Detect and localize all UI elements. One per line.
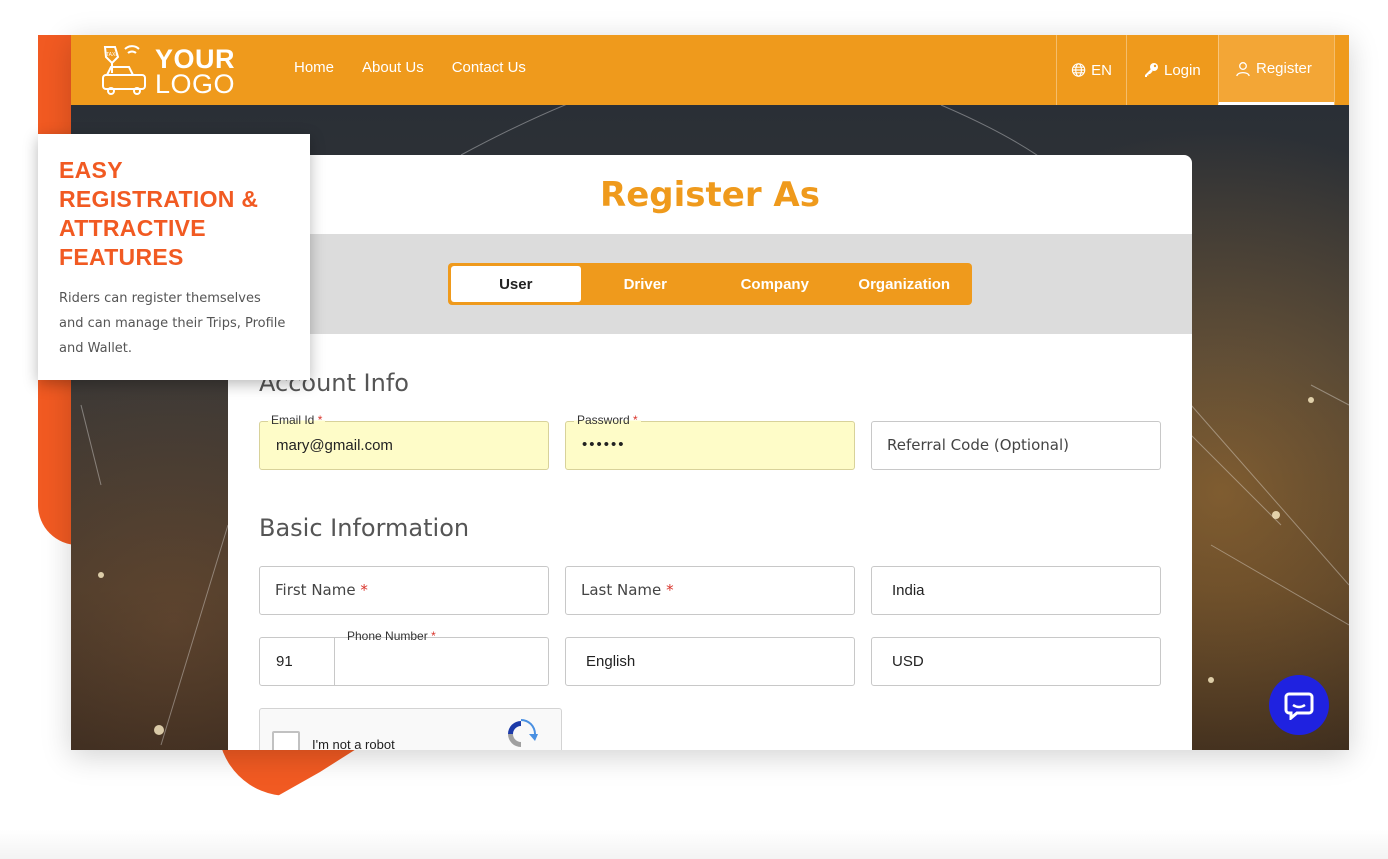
country-value: India: [892, 582, 925, 599]
first-name-field[interactable]: First Name *: [259, 566, 549, 615]
recaptcha-widget: I'm not a robot: [259, 708, 562, 750]
required-mark: *: [666, 581, 674, 599]
required-mark: *: [633, 413, 638, 427]
phone-divider: [334, 638, 335, 685]
email-label: Email Id *: [268, 413, 326, 427]
logo-line-2: LOGO: [155, 69, 236, 99]
feature-heading: EASY REGISTRATION & ATTRACTIVE FEATURES: [59, 156, 299, 272]
referral-code-field[interactable]: Referral Code (Optional): [871, 421, 1161, 470]
role-tab-band: User Driver Company Organization: [228, 234, 1192, 334]
recaptcha-label: I'm not a robot: [312, 737, 395, 750]
taxi-logo-icon: TAXI: [102, 45, 146, 95]
password-field[interactable]: Password * ••••••: [565, 413, 855, 470]
feature-heading-line: EASY: [59, 157, 123, 183]
user-icon: [1236, 61, 1250, 76]
required-mark: *: [431, 629, 436, 643]
language-select[interactable]: English: [565, 637, 855, 686]
globe-icon: [1071, 63, 1086, 77]
password-label-text: Password: [577, 413, 630, 427]
site-logo[interactable]: TAXI YOUR LOGO: [95, 43, 245, 99]
required-mark: *: [360, 581, 368, 599]
feature-heading-line: ATTRACTIVE: [59, 215, 206, 241]
register-label: Register: [1256, 60, 1312, 77]
page: TAXI YOUR LOGO Home About Us Contact Us …: [0, 0, 1388, 859]
chat-icon: [1284, 692, 1314, 720]
email-label-text: Email Id: [271, 413, 315, 427]
nav-home[interactable]: Home: [294, 59, 334, 76]
feature-heading-line: REGISTRATION &: [59, 186, 259, 212]
phone-label-text: Phone Number: [347, 629, 428, 643]
referral-placeholder: Referral Code (Optional): [887, 436, 1069, 454]
tab-organization[interactable]: Organization: [840, 266, 970, 302]
first-name-placeholder: First Name *: [275, 581, 368, 599]
logo-text: YOUR LOGO: [155, 46, 236, 99]
feature-heading-line: FEATURES: [59, 244, 184, 270]
login-link[interactable]: Login: [1126, 35, 1218, 105]
top-navbar: TAXI YOUR LOGO Home About Us Contact Us …: [71, 35, 1349, 105]
currency-value: USD: [892, 653, 924, 670]
language-value: English: [586, 653, 636, 670]
phone-code[interactable]: 91: [276, 653, 293, 670]
language-label: EN: [1091, 61, 1112, 79]
basic-information-heading: Basic Information: [259, 514, 470, 542]
feature-callout: EASY REGISTRATION & ATTRACTIVE FEATURES …: [38, 134, 310, 380]
phone-field[interactable]: Phone Number * 91: [259, 629, 549, 686]
last-name-field[interactable]: Last Name *: [565, 566, 855, 615]
registration-card: Register As User Driver Company Organiza…: [228, 155, 1192, 750]
tab-company[interactable]: Company: [710, 266, 840, 302]
currency-select[interactable]: USD: [871, 637, 1161, 686]
password-value: ••••••: [582, 436, 626, 453]
key-icon: [1145, 63, 1158, 77]
phone-label: Phone Number *: [344, 629, 439, 643]
country-select[interactable]: India: [871, 566, 1161, 615]
account-nav: EN Login Register: [1056, 35, 1349, 105]
register-link[interactable]: Register: [1218, 35, 1334, 105]
page-footer-shade: [0, 830, 1388, 859]
recaptcha-icon: [508, 719, 538, 747]
recaptcha-checkbox[interactable]: [272, 731, 300, 750]
nav-contact-us[interactable]: Contact Us: [452, 59, 526, 76]
nav-spacer: [1334, 35, 1349, 105]
tab-user[interactable]: User: [451, 266, 581, 302]
last-name-placeholder-text: Last Name: [581, 581, 662, 599]
nav-about-us[interactable]: About Us: [362, 59, 424, 76]
role-tabs: User Driver Company Organization: [448, 263, 972, 305]
language-selector[interactable]: EN: [1056, 35, 1126, 105]
last-name-placeholder: Last Name *: [581, 581, 674, 599]
register-title: Register As: [600, 175, 820, 215]
login-label: Login: [1164, 61, 1201, 79]
email-field[interactable]: Email Id * mary@gmail.com: [259, 413, 549, 470]
first-name-placeholder-text: First Name: [275, 581, 356, 599]
password-label: Password *: [574, 413, 641, 427]
svg-text:TAXI: TAXI: [106, 52, 117, 58]
tab-driver[interactable]: Driver: [581, 266, 711, 302]
email-value: mary@gmail.com: [276, 437, 393, 454]
main-nav: Home About Us Contact Us: [294, 59, 526, 76]
required-mark: *: [317, 413, 323, 427]
feature-description: Riders can register themselves and can m…: [59, 291, 286, 356]
live-chat-button[interactable]: [1269, 675, 1329, 735]
